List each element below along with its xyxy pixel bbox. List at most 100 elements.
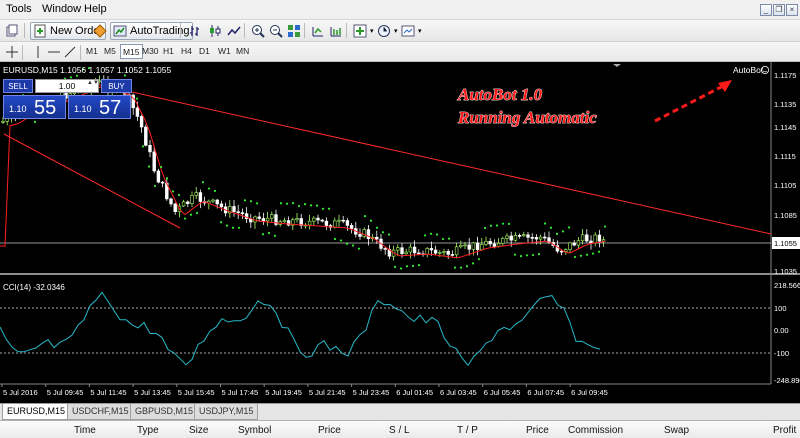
- menu-help[interactable]: Help: [84, 3, 107, 15]
- column-type[interactable]: Type: [137, 425, 159, 436]
- indicators-button[interactable]: ▾: [350, 22, 377, 40]
- candle-body: [568, 242, 572, 250]
- buy-price[interactable]: 1.10 57: [68, 95, 131, 119]
- terminal-column-header: Time Type Size Symbol Price S / L T / P …: [0, 420, 800, 438]
- time-label: 6 Jul 03:45: [440, 388, 477, 397]
- lot-stepper-icon[interactable]: ▲▼: [87, 80, 99, 86]
- candle-body: [400, 247, 404, 254]
- candle-body: [257, 216, 261, 219]
- buy-button[interactable]: BUY: [101, 79, 132, 93]
- parabolic-sar-dot: [483, 226, 487, 230]
- parabolic-sar-dot: [351, 244, 355, 247]
- trend-line: [3, 133, 181, 229]
- parabolic-sar-dot: [561, 230, 565, 233]
- time-label: 5 Jul 19:45: [265, 388, 302, 397]
- parabolic-sar-dot: [513, 253, 517, 256]
- tile-windows-button[interactable]: [284, 22, 304, 40]
- column-swap[interactable]: Swap: [664, 425, 689, 436]
- candle-body: [358, 233, 362, 237]
- tab-usdjpy[interactable]: USDJPY,M15: [194, 404, 259, 420]
- tab-usdchf[interactable]: USDCHF,M15: [67, 404, 134, 420]
- time-label: 5 Jul 15:45: [178, 388, 215, 397]
- candle-body: [559, 250, 564, 253]
- time-label: 5 Jul 21:45: [309, 388, 346, 397]
- tab-gbpusd[interactable]: GBPUSD,M15: [130, 404, 199, 420]
- timeframe-mn[interactable]: MN: [234, 44, 251, 59]
- minimize-icon[interactable]: _: [760, 4, 772, 16]
- chart-shift-button[interactable]: [326, 22, 346, 40]
- timeframe-m30[interactable]: M30: [140, 44, 161, 59]
- metaeditor-button[interactable]: [90, 22, 110, 40]
- candle-body: [1, 121, 5, 123]
- candle-body: [148, 144, 152, 153]
- line-chart-button[interactable]: [224, 22, 244, 40]
- timeframe-d1[interactable]: D1: [197, 44, 212, 59]
- vertical-line-icon: [37, 46, 39, 58]
- periods-button[interactable]: ▾: [374, 22, 401, 40]
- parabolic-sar-dot: [537, 252, 541, 256]
- candle-body: [492, 243, 497, 247]
- column-symbol[interactable]: Symbol: [238, 425, 271, 436]
- timeframe-h4[interactable]: H4: [179, 44, 194, 59]
- candle-body: [572, 242, 576, 246]
- column-tp[interactable]: T / P: [457, 425, 478, 436]
- column-price[interactable]: Price: [318, 425, 341, 436]
- candle-body: [396, 247, 400, 251]
- sell-button[interactable]: SELL: [3, 79, 33, 93]
- candle-body: [601, 239, 606, 242]
- candle-body: [349, 225, 354, 229]
- sell-price[interactable]: 1.10 55: [3, 95, 66, 119]
- column-size[interactable]: Size: [189, 425, 208, 436]
- parabolic-sar-dot: [339, 239, 343, 242]
- templates-button[interactable]: ▾: [398, 22, 425, 40]
- trendline-button[interactable]: [60, 43, 80, 61]
- chart-window[interactable]: EURUSD,M15 1.1056 1.1057 1.1052 1.1055 A…: [0, 62, 800, 403]
- templates-icon: [401, 25, 415, 37]
- zoom-out-icon: [270, 25, 283, 38]
- menu-window[interactable]: Window: [42, 3, 81, 15]
- tab-eurusd[interactable]: EURUSD,M15: [2, 404, 71, 420]
- timeframe-m1[interactable]: M1: [84, 44, 100, 59]
- candle-body: [160, 181, 165, 184]
- candle-body: [534, 237, 539, 240]
- candle-body: [169, 198, 173, 205]
- candlestick-button[interactable]: [205, 22, 225, 40]
- column-current-price[interactable]: Price: [526, 425, 549, 436]
- candle-body: [480, 244, 484, 251]
- parabolic-sar-dot: [495, 224, 499, 227]
- candle-body: [538, 236, 543, 240]
- clock-icon: [378, 25, 390, 37]
- timeframe-w1[interactable]: W1: [216, 44, 233, 59]
- current-price-label: 1.1055: [774, 239, 797, 248]
- candle-body: [526, 234, 530, 238]
- bar-chart-button[interactable]: [186, 22, 206, 40]
- parabolic-sar-dot: [201, 181, 205, 184]
- parabolic-sar-dot: [531, 253, 535, 257]
- column-sl[interactable]: S / L: [389, 425, 410, 436]
- timeframe-m5[interactable]: M5: [102, 44, 118, 59]
- cci-scale-label: 0.00: [774, 326, 789, 335]
- close-icon[interactable]: ×: [786, 4, 798, 16]
- parabolic-sar-dot: [135, 97, 139, 100]
- timeframe-h1[interactable]: H1: [161, 44, 176, 59]
- candle-body: [320, 219, 324, 222]
- parabolic-sar-dot: [603, 225, 607, 228]
- column-commission[interactable]: Commission: [568, 425, 623, 436]
- auto-scroll-button[interactable]: [308, 22, 328, 40]
- menu-tools[interactable]: Tools: [6, 3, 32, 15]
- candle-body: [509, 235, 513, 241]
- parabolic-sar-dot: [567, 226, 571, 229]
- restore-icon[interactable]: ❐: [773, 4, 785, 16]
- column-time[interactable]: Time: [74, 425, 96, 436]
- profiles-button[interactable]: [2, 22, 22, 40]
- cursor-button[interactable]: [2, 43, 22, 61]
- overlay-title: AutoBot 1.0: [457, 85, 543, 104]
- candle-body: [307, 220, 312, 226]
- column-profit[interactable]: Profit: [773, 425, 796, 436]
- candle-body: [475, 242, 480, 251]
- zoom-out-button[interactable]: [266, 22, 286, 40]
- parabolic-sar-dot: [231, 226, 235, 229]
- cci-line: [0, 291, 601, 367]
- zoom-in-button[interactable]: [248, 22, 268, 40]
- shift-marker-icon[interactable]: [613, 64, 621, 67]
